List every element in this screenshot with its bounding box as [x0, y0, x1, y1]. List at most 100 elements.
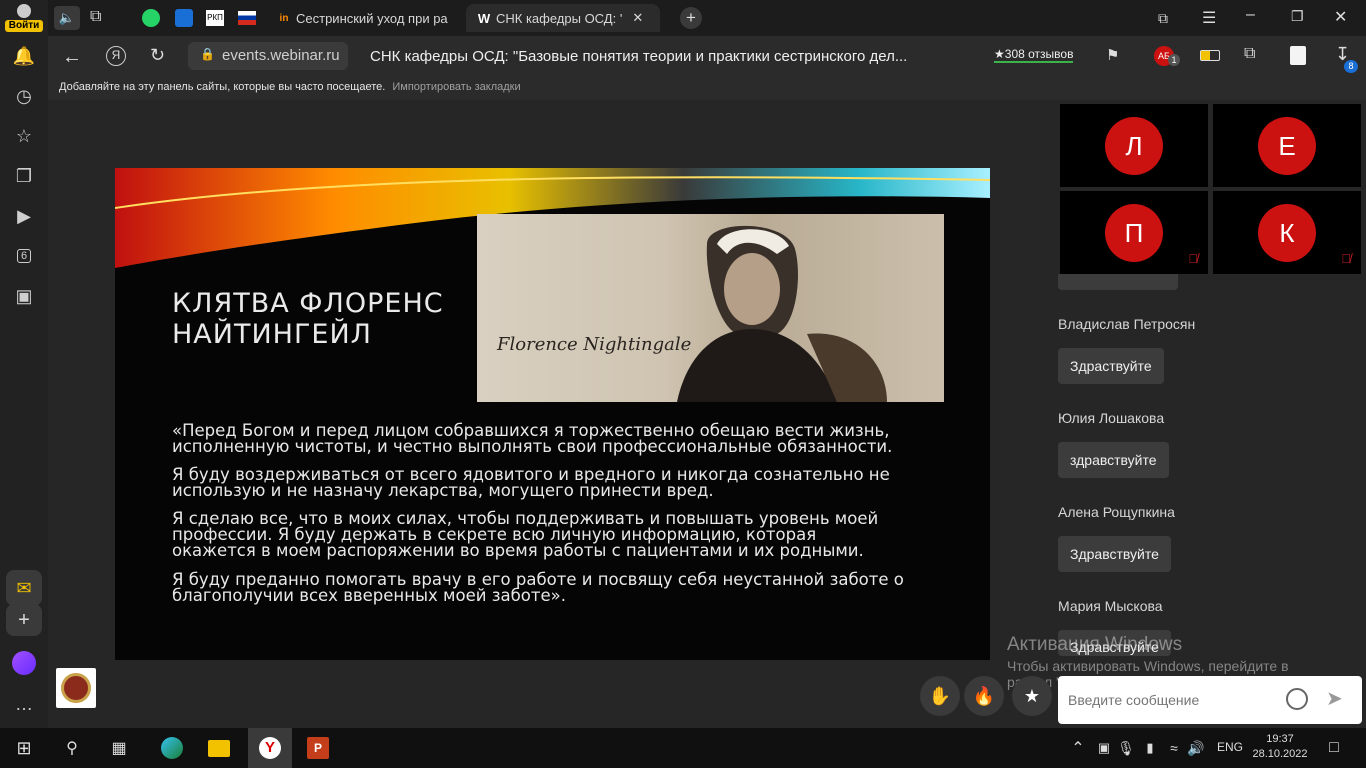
oath-line: окажется в моем распоряжении во время ра…	[172, 541, 864, 560]
whatsapp-icon[interactable]	[142, 9, 160, 27]
pinned-rkp-icon[interactable]: РКП	[206, 10, 224, 26]
tab-list-icon[interactable]: ⧉	[1158, 10, 1168, 27]
oath-paragraph-3: Я сделаю все, что в моих силах, чтобы по…	[172, 510, 952, 560]
restore-icon[interactable]: ❐	[1291, 8, 1304, 25]
send-icon[interactable]: ➤	[1326, 686, 1343, 711]
tab-strip: 🔈 ⧉ РКП in Сестринский уход при ра W СНК…	[48, 0, 1366, 36]
user-icon	[17, 4, 31, 18]
import-bookmarks-link[interactable]: Импортировать закладки	[392, 81, 520, 93]
message-input[interactable]	[1068, 688, 1278, 712]
new-tab-button[interactable]: +	[680, 7, 702, 29]
login-button[interactable]: Войти	[5, 4, 43, 34]
tab-count-button[interactable]: 6	[8, 240, 40, 272]
bookmarks-hint: Добавляйте на эту панель сайты, которые …	[59, 81, 386, 93]
mic-muted-icon: 🎙̸	[1188, 251, 1198, 266]
participant-tile[interactable]: К 🎙̸	[1213, 191, 1361, 274]
file-explorer-icon[interactable]	[203, 732, 235, 764]
w-favicon: W	[477, 10, 491, 26]
oath-paragraph-2: Я буду воздерживаться от всего ядовитого…	[172, 466, 952, 500]
chat-author: Владислав Петросян	[1058, 316, 1196, 332]
tab-nursing[interactable]: in Сестринский уход при ра	[266, 4, 466, 32]
volume-icon[interactable]: 🔊	[1180, 732, 1212, 764]
address-bar: ← Я ↻ 🔒 events.webinar.ru СНК кафедры ОС…	[48, 36, 1366, 78]
notifications-icon[interactable]: □	[1318, 732, 1350, 764]
bookmark-icon[interactable]: ⚑	[1106, 46, 1119, 64]
language-indicator[interactable]: ENG	[1217, 740, 1243, 754]
participant-tile[interactable]: П 🎙̸	[1060, 191, 1208, 274]
reload-icon[interactable]: ↻	[150, 45, 165, 66]
oath-paragraph-4: Я буду преданно помогать врачу в его раб…	[172, 571, 952, 605]
reviews-badge[interactable]: ★308 отзывов	[994, 47, 1074, 63]
chat-message: Здравствуйте	[1058, 536, 1171, 572]
page-title: СНК кафедры ОСД: "Базовые понятия теории…	[370, 48, 908, 65]
pinned-mail-icon[interactable]	[175, 9, 193, 27]
title-line-2: НАЙТИНГЕЙЛ	[172, 319, 372, 350]
raise-hand-button[interactable]: ✋	[920, 676, 960, 716]
oath-line: использую и не назначу лекарства, могуще…	[172, 481, 714, 500]
avatar: Е	[1258, 117, 1316, 175]
alice-icon[interactable]	[12, 651, 36, 675]
portrait-illustration	[677, 225, 887, 402]
history-icon[interactable]: ◷	[8, 80, 40, 112]
clock[interactable]: 19:37 28.10.2022	[1250, 732, 1310, 762]
chat-author: Мария Мыскова	[1058, 598, 1163, 614]
chat-message: Здраствуйте	[1058, 348, 1164, 384]
title-line-1: КЛЯТВА ФЛОРЕНС	[172, 288, 444, 319]
star-reaction-button[interactable]: ★	[1012, 676, 1052, 716]
yandex-browser-icon[interactable]: Y	[248, 728, 292, 768]
mic-muted-icon: 🎙̸	[1341, 251, 1351, 266]
bell-icon[interactable]: 🔔	[8, 40, 40, 72]
clipped-message	[1058, 274, 1178, 290]
url-field[interactable]: 🔒 events.webinar.ru	[188, 42, 348, 70]
audio-icon[interactable]: 🔈	[54, 6, 80, 30]
star-icon[interactable]: ☆	[8, 120, 40, 152]
pdf-icon[interactable]	[1290, 46, 1306, 65]
task-view-icon[interactable]: ▦	[103, 732, 135, 764]
participant-tile[interactable]: Е	[1213, 104, 1361, 187]
avatar: К	[1258, 204, 1316, 262]
search-icon[interactable]: ⚲	[56, 732, 88, 764]
new-tab-group-icon[interactable]: ⧉	[90, 8, 101, 26]
oath-line: благополучии всех вверенных моей заботе»…	[172, 586, 566, 605]
url-domain: events.webinar.ru	[222, 47, 340, 64]
add-app-icon[interactable]: +	[6, 604, 42, 636]
pinned-flag-icon[interactable]	[238, 11, 256, 25]
clock-date: 28.10.2022	[1252, 748, 1308, 760]
minimize-icon[interactable]: –	[1246, 6, 1255, 24]
emoji-icon[interactable]	[1286, 688, 1308, 710]
chat-author: Алена Рощупкина	[1058, 504, 1175, 520]
signature: Florence Nightingale	[497, 334, 692, 355]
profile-count: 1	[1168, 54, 1180, 66]
avatar: Л	[1105, 117, 1163, 175]
mail-icon[interactable]: ✉	[6, 570, 42, 606]
battery-icon[interactable]	[1200, 50, 1220, 61]
edge-icon[interactable]	[156, 732, 188, 764]
bookmarks-bar: Добавляйте на эту панель сайты, которые …	[48, 78, 1366, 100]
webinar-favicon: in	[279, 12, 289, 24]
yandex-sidebar: Войти 🔔 ◷ ☆ ❐ ▶ 6 ▣ ✉ + …	[0, 0, 48, 728]
extensions-icon[interactable]: ⧉	[1244, 45, 1255, 63]
participant-tile[interactable]: Л	[1060, 104, 1208, 187]
powerpoint-icon[interactable]: P	[302, 732, 334, 764]
yandex-icon[interactable]: Я	[106, 46, 126, 66]
screenshot-icon[interactable]: ▣	[8, 280, 40, 312]
play-icon[interactable]: ▶	[8, 200, 40, 232]
chat-input-box: ➤	[1058, 676, 1362, 724]
window-close-icon[interactable]: ✕	[1334, 7, 1347, 27]
clock-time: 19:37	[1266, 733, 1294, 745]
tab-snk[interactable]: W СНК кафедры ОСД: ' ✕	[466, 4, 660, 32]
avatar: П	[1105, 204, 1163, 262]
slide-title: КЛЯТВА ФЛОРЕНС НАЙТИНГЕЙЛ	[172, 288, 444, 350]
close-icon[interactable]: ✕	[632, 10, 643, 26]
windows-start-icon[interactable]: ⊞	[8, 732, 40, 764]
star-small-icon: ★	[994, 47, 1005, 61]
more-icon[interactable]: …	[8, 688, 40, 720]
chat-message: здравствуйте	[1058, 442, 1169, 478]
collections-icon[interactable]: ❐	[8, 160, 40, 192]
tab-count: 6	[16, 249, 32, 263]
watermark-line: Чтобы активировать Windows, перейдите в	[1007, 658, 1289, 674]
menu-icon[interactable]: ☰	[1202, 8, 1216, 28]
fire-reaction-button[interactable]: 🔥	[964, 676, 1004, 716]
back-icon[interactable]: ←	[62, 46, 82, 69]
watermark-title: Активация Windows	[1007, 634, 1183, 655]
